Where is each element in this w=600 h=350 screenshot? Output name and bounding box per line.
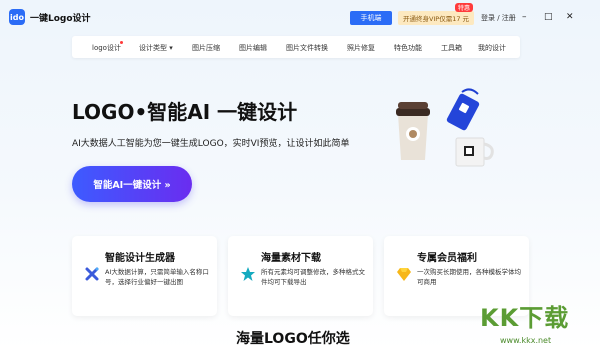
- close-icon[interactable]: ✕: [566, 11, 574, 23]
- nav-image-compress[interactable]: 图片压缩: [192, 43, 220, 53]
- maximize-icon[interactable]: □: [544, 11, 553, 23]
- nav-file-convert[interactable]: 图片文件转换: [286, 43, 328, 53]
- nav-my-designs[interactable]: 我的设计: [478, 43, 506, 53]
- feature-card-materials[interactable]: 海量素材下载 所有元素均可调整修改，多种格式文件均可下载导出: [228, 236, 373, 316]
- ai-cross-icon: [85, 267, 99, 281]
- app-title: 一键Logo设计: [30, 14, 91, 24]
- notification-dot: [120, 41, 123, 44]
- nav-logo-design[interactable]: logo设计: [92, 43, 121, 53]
- nav-image-edit[interactable]: 图片编辑: [239, 43, 267, 53]
- hero-subtitle: AI大数据人工智能为您一键生成LOGO，实时VI预览，让设计如此简单: [72, 139, 350, 149]
- feature-card-ai-generator[interactable]: 智能设计生成器 AI大数据计算，只需简单输入名称口号，选择行业偏好一键出图: [72, 236, 217, 316]
- watermark-url: www.kkx.net: [500, 336, 552, 345]
- card-description: 所有元素均可调整修改，多种格式文件均可下载导出: [261, 268, 365, 286]
- title-bar: ido 一键Logo设计 手机端 开通终身VIP仅需17 元 特惠 登录 / 注…: [0, 0, 600, 34]
- card-description: AI大数据计算，只需简单输入名称口号，选择行业偏好一键出图: [105, 268, 209, 286]
- watermark-logo: KK下载: [480, 304, 570, 332]
- app-logo-icon: ido: [9, 9, 25, 25]
- section-title: 海量LOGO任你选: [236, 331, 350, 347]
- card-title: 专属会员福利: [417, 253, 477, 264]
- card-description: 一次购买长期使用，各种模板学体均可商用: [417, 268, 521, 286]
- mobile-button[interactable]: 手机端: [350, 11, 392, 25]
- login-register-link[interactable]: 登录 / 注册: [481, 13, 516, 23]
- nav-toolbox[interactable]: 工具箱: [441, 43, 462, 53]
- ai-design-button[interactable]: 智能AI一键设计 »: [72, 166, 192, 202]
- vip-purchase-button[interactable]: 开通终身VIP仅需17 元: [398, 11, 474, 25]
- discount-badge: 特惠: [455, 3, 474, 12]
- card-title: 智能设计生成器: [105, 253, 175, 264]
- card-title: 海量素材下载: [261, 253, 321, 264]
- star-icon: [241, 267, 255, 281]
- diamond-icon: [397, 268, 411, 281]
- hero-title: LOGO•智能AI 一键设计: [72, 100, 298, 124]
- nav-featured[interactable]: 特色功能: [394, 43, 422, 53]
- main-nav: logo设计 设计类型 ▾ 图片压缩 图片编辑 图片文件转换 照片修复 特色功能…: [72, 36, 520, 58]
- minimize-icon[interactable]: –: [522, 11, 527, 23]
- nav-design-type[interactable]: 设计类型 ▾: [139, 43, 173, 53]
- nav-photo-repair[interactable]: 照片修复: [347, 43, 375, 53]
- merchandise-illustration: [396, 88, 494, 167]
